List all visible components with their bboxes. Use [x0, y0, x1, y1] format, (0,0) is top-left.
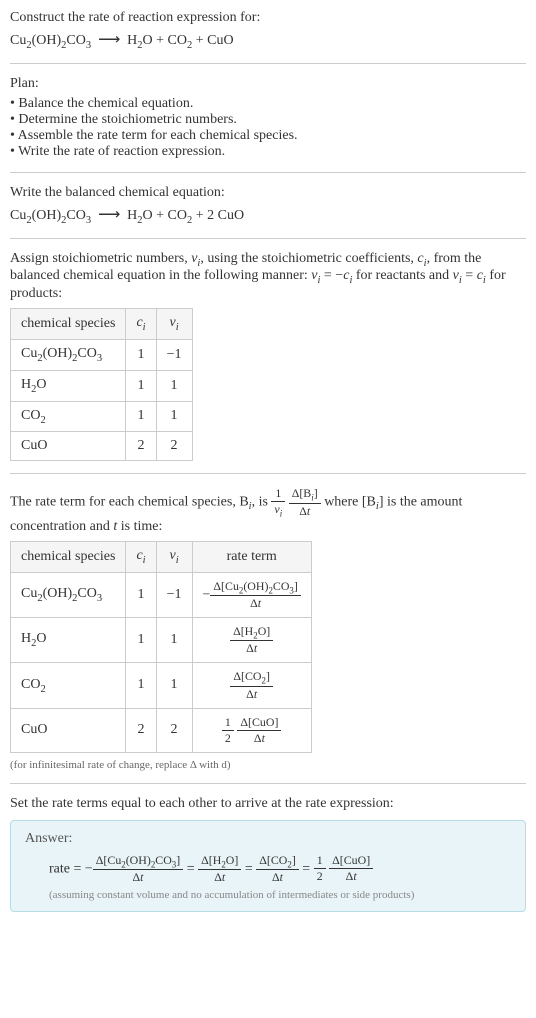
table-header: ci: [126, 309, 156, 340]
table-row: H2O 1 1: [11, 370, 193, 401]
balanced-section: Write the balanced chemical equation: Cu…: [10, 185, 526, 226]
c-cell: 2: [126, 432, 156, 461]
divider: [10, 473, 526, 474]
rateterm-text: The rate term for each chemical species,…: [10, 495, 249, 510]
table-row: CuO 2 2 12 Δ[CuO]Δt: [11, 708, 312, 752]
v-cell: 1: [156, 663, 192, 708]
v-cell: −1: [156, 339, 192, 370]
c-cell: 1: [126, 663, 156, 708]
species-cell: H2O: [11, 370, 126, 401]
rateterm-section: The rate term for each chemical species,…: [10, 486, 526, 534]
arrow-icon: ⟶: [98, 31, 120, 48]
plan-list: Balance the chemical equation. Determine…: [10, 96, 526, 160]
v-cell: −1: [156, 572, 192, 617]
balanced-equation: Cu2(OH)2CO3 ⟶ H2O + CO2 + 2 CuO: [10, 205, 526, 226]
species-cell: CO2: [11, 663, 126, 708]
divider: [10, 238, 526, 239]
v-cell: 1: [156, 617, 192, 662]
species-cell: Cu2(OH)2CO3: [11, 339, 126, 370]
plan-section: Plan: Balance the chemical equation. Det…: [10, 76, 526, 160]
rate-cell: Δ[CO2]Δt: [192, 663, 311, 708]
table-row: CO2 1 1: [11, 401, 193, 432]
fraction: Δ[Bi]Δt: [289, 486, 321, 518]
divider: [10, 63, 526, 64]
arrow-icon: ⟶: [98, 206, 120, 223]
table-row: CO2 1 1 Δ[CO2]Δt: [11, 663, 312, 708]
intro-prompt: Construct the rate of reaction expressio…: [10, 10, 526, 26]
table-header: chemical species: [11, 309, 126, 340]
species-cell: Cu2(OH)2CO3: [11, 572, 126, 617]
stoich-table: chemical species ci νi Cu2(OH)2CO3 1 −1 …: [10, 308, 193, 461]
rateterm-table: chemical species ci νi rate term Cu2(OH)…: [10, 541, 312, 753]
intro-section: Construct the rate of reaction expressio…: [10, 10, 526, 51]
table-header-row: chemical species ci νi rate term: [11, 541, 312, 572]
plan-item: Balance the chemical equation.: [10, 96, 526, 112]
answer-note: (assuming constant volume and no accumul…: [49, 889, 511, 901]
answer-label: Answer:: [25, 831, 511, 847]
answer-box: Answer: rate = −Δ[Cu2(OH)2CO3]Δt = Δ[H2O…: [10, 820, 526, 912]
v-cell: 1: [156, 370, 192, 401]
rateterm-text: where [B: [324, 495, 376, 510]
rateterm-text: , is: [252, 495, 272, 510]
final-heading: Set the rate terms equal to each other t…: [10, 796, 526, 812]
rate-cell: −Δ[Cu2(OH)2CO3]Δt: [192, 572, 311, 617]
c-cell: 1: [126, 617, 156, 662]
table-header: ci: [126, 541, 156, 572]
table-header: νi: [156, 309, 192, 340]
unbalanced-equation: Cu2(OH)2CO3 ⟶ H2O + CO2 + CuO: [10, 30, 526, 51]
rate-cell: Δ[H2O]Δt: [192, 617, 311, 662]
species-cell: CuO: [11, 432, 126, 461]
infinitesimal-note: (for infinitesimal rate of change, repla…: [10, 759, 526, 771]
rate-expression: rate = −Δ[Cu2(OH)2CO3]Δt = Δ[H2O]Δt = Δ[…: [49, 853, 511, 885]
stoich-section: Assign stoichiometric numbers, νi, using…: [10, 251, 526, 303]
c-cell: 1: [126, 370, 156, 401]
rate-cell: 12 Δ[CuO]Δt: [192, 708, 311, 752]
plan-item: Assemble the rate term for each chemical…: [10, 128, 526, 144]
v-cell: 2: [156, 432, 192, 461]
rateterm-text: is time:: [117, 519, 162, 534]
plan-heading: Plan:: [10, 76, 526, 92]
table-row: Cu2(OH)2CO3 1 −1 −Δ[Cu2(OH)2CO3]Δt: [11, 572, 312, 617]
divider: [10, 172, 526, 173]
stoich-text: for reactants and: [352, 268, 452, 283]
c-cell: 1: [126, 339, 156, 370]
v-cell: 2: [156, 708, 192, 752]
plan-item: Determine the stoichiometric numbers.: [10, 112, 526, 128]
species-cell: CuO: [11, 708, 126, 752]
balanced-heading: Write the balanced chemical equation:: [10, 185, 526, 201]
table-header: rate term: [192, 541, 311, 572]
c-cell: 1: [126, 572, 156, 617]
plan-item: Write the rate of reaction expression.: [10, 144, 526, 160]
table-header: νi: [156, 541, 192, 572]
table-header-row: chemical species ci νi: [11, 309, 193, 340]
table-row: Cu2(OH)2CO3 1 −1: [11, 339, 193, 370]
stoich-text: Assign stoichiometric numbers,: [10, 251, 191, 266]
table-row: CuO 2 2: [11, 432, 193, 461]
species-cell: CO2: [11, 401, 126, 432]
v-cell: 1: [156, 401, 192, 432]
stoich-text: , using the stoichiometric coefficients,: [200, 251, 417, 266]
c-cell: 2: [126, 708, 156, 752]
species-cell: H2O: [11, 617, 126, 662]
c-cell: 1: [126, 401, 156, 432]
table-row: H2O 1 1 Δ[H2O]Δt: [11, 617, 312, 662]
fraction: 1νi: [271, 486, 285, 518]
table-header: chemical species: [11, 541, 126, 572]
divider: [10, 783, 526, 784]
